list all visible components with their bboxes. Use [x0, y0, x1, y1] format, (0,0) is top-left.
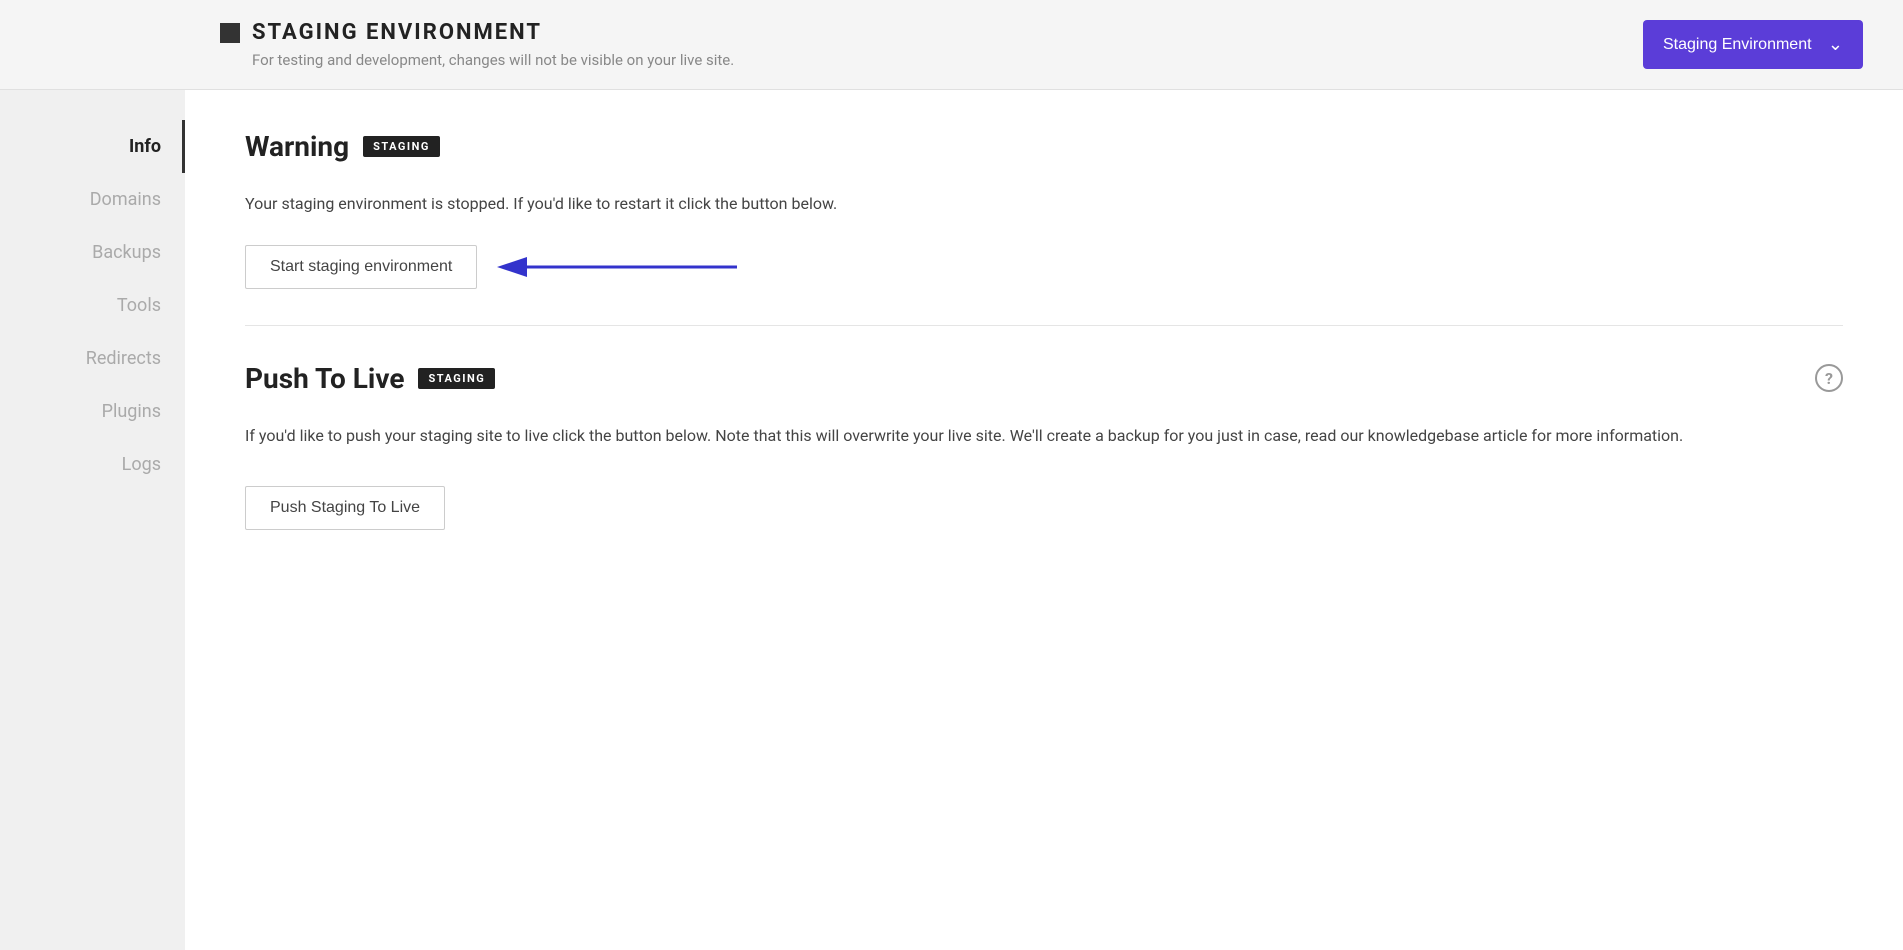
push-to-live-header: Push To Live STAGING ?: [245, 362, 1843, 395]
sidebar-item-redirects[interactable]: Redirects: [0, 332, 185, 385]
warning-staging-badge: STAGING: [363, 136, 440, 157]
sidebar-item-backups[interactable]: Backups: [0, 226, 185, 279]
header-left: STAGING ENVIRONMENT For testing and deve…: [220, 20, 734, 69]
warning-section-header: Warning STAGING: [245, 130, 1843, 163]
start-button-area: Start staging environment: [245, 245, 1843, 289]
sidebar-item-info[interactable]: Info: [0, 120, 185, 173]
help-icon[interactable]: ?: [1815, 364, 1843, 392]
push-to-live-title: Push To Live: [245, 362, 404, 395]
sidebar-item-plugins[interactable]: Plugins: [0, 385, 185, 438]
warning-title: Warning: [245, 130, 349, 163]
sidebar: Info Domains Backups Tools Redirects Plu…: [0, 90, 185, 950]
push-to-live-section: Push To Live STAGING ? If you'd like to …: [245, 362, 1843, 531]
push-to-live-staging-badge: STAGING: [418, 368, 495, 389]
section-divider: [245, 325, 1843, 326]
environment-dropdown[interactable]: Staging Environment ⌄: [1643, 20, 1863, 69]
page-wrapper: STAGING ENVIRONMENT For testing and deve…: [0, 0, 1903, 950]
env-dropdown-label: Staging Environment: [1663, 36, 1812, 54]
chevron-down-icon: ⌄: [1828, 34, 1843, 55]
header: STAGING ENVIRONMENT For testing and deve…: [0, 0, 1903, 90]
main-layout: Info Domains Backups Tools Redirects Plu…: [0, 90, 1903, 950]
staging-icon: [220, 23, 240, 43]
header-title-row: STAGING ENVIRONMENT: [220, 20, 734, 45]
page-subtitle: For testing and development, changes wil…: [220, 51, 734, 69]
sidebar-item-logs[interactable]: Logs: [0, 438, 185, 491]
sidebar-item-tools[interactable]: Tools: [0, 279, 185, 332]
sidebar-item-domains[interactable]: Domains: [0, 173, 185, 226]
arrow-icon: [497, 252, 737, 282]
warning-description: Your staging environment is stopped. If …: [245, 191, 1843, 217]
push-to-live-title-row: Push To Live STAGING: [245, 362, 495, 395]
main-content: Warning STAGING Your staging environment…: [185, 90, 1903, 950]
push-to-live-description: If you'd like to push your staging site …: [245, 423, 1843, 449]
start-staging-button[interactable]: Start staging environment: [245, 245, 477, 289]
warning-section: Warning STAGING Your staging environment…: [245, 130, 1843, 289]
page-title: STAGING ENVIRONMENT: [252, 20, 542, 45]
push-staging-to-live-button[interactable]: Push Staging To Live: [245, 486, 445, 530]
